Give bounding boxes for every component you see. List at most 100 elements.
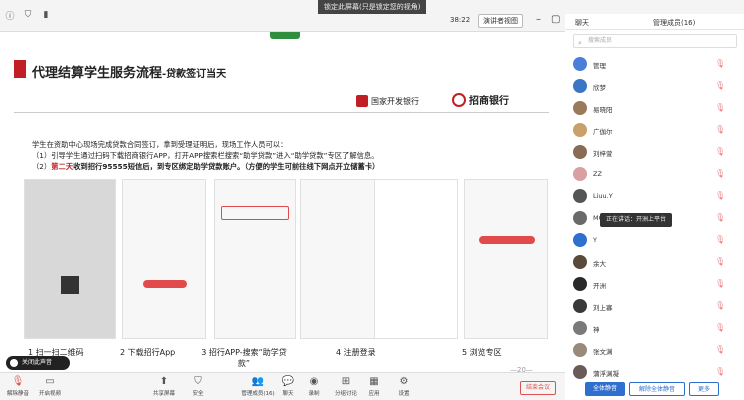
shield-icon: ⛉ [194, 376, 202, 387]
member-row[interactable]: Liuu.Y 🎙 [565, 186, 744, 208]
avatar [573, 167, 587, 181]
end-meeting-button[interactable]: 结束会议 [520, 381, 556, 395]
muted-mic-icon[interactable]: 🎙 [715, 191, 725, 200]
avatar [573, 343, 587, 357]
signal-icon[interactable]: ▮ [40, 9, 52, 21]
avatar [573, 321, 587, 335]
instruction-text: 学生在资助中心现场完成贷款合同签订，拿到受理证明后，现场工作人员可以： （1）引… [32, 139, 552, 172]
member-name: 余大 [593, 260, 606, 268]
member-row[interactable]: 广伽尔 🎙 [565, 120, 744, 142]
avatar [573, 365, 587, 379]
lock-banner[interactable]: 锁定此屏幕(只是锁定您的视角) [318, 0, 427, 14]
member-row[interactable]: 刘梓萱 🎙 [565, 142, 744, 164]
muted-mic-icon[interactable]: 🎙 [715, 59, 725, 68]
avatar [573, 255, 587, 269]
step-4b-image [374, 179, 458, 339]
para-2: （1）引导学生通过扫码下载招商银行APP，打开APP搜索栏搜索“助学贷款”进入“… [32, 151, 379, 160]
avatar [573, 299, 587, 313]
step-5-image [464, 179, 548, 339]
view-mode-button[interactable]: 演讲者视图 [478, 14, 523, 28]
muted-mic-icon[interactable]: 🎙 [715, 345, 725, 354]
step-3-image [214, 179, 296, 339]
slide-title-sub: -贷款签订当天 [162, 69, 227, 80]
muted-mic-icon[interactable]: 🎙 [715, 103, 725, 112]
members-panel: 聊天 管理成员(16) ⌕ 搜索成员 管理 🎙 欣梦 🎙 易晓阳 🎙 广伽尔 🎙 刘梓萱 🎙 ZZ 🎙 L… [565, 14, 744, 400]
step-2-image [122, 179, 206, 339]
mute-all-button[interactable]: 全体静音 [585, 382, 625, 396]
security-button[interactable]: ⛉ 安全 [184, 376, 212, 397]
avatar [573, 277, 587, 291]
video-button[interactable]: ▭ 开启视频 [36, 376, 64, 397]
member-row[interactable]: 开洲 🎙 [565, 274, 744, 296]
muted-mic-icon[interactable]: 🎙 [715, 213, 725, 222]
more-button[interactable]: 更多 [689, 382, 719, 396]
share-button[interactable]: ⬆ 共享屏幕 [150, 376, 178, 397]
member-name: 蒲浮渊凝 [593, 370, 619, 378]
member-row[interactable]: 刘上寡 🎙 [565, 296, 744, 318]
member-row[interactable]: 欣梦 🎙 [565, 76, 744, 98]
caption-4: 4 注册登录 [336, 348, 376, 357]
settings-label: 设置 [398, 391, 410, 397]
manage-members-button[interactable]: 👥 管理成员(16) [238, 376, 278, 397]
member-row[interactable]: 余大 🎙 [565, 252, 744, 274]
muted-mic-icon[interactable]: 🎙 [715, 301, 725, 310]
shield-icon[interactable]: ⛉ [22, 9, 34, 21]
member-name: 广伽尔 [593, 128, 613, 136]
member-row[interactable]: Y 🎙 [565, 230, 744, 252]
member-name: 刘梓萱 [593, 150, 613, 158]
member-search-input[interactable]: ⌕ 搜索成员 [573, 34, 737, 48]
record-icon: ◉ [309, 376, 319, 387]
muted-mic-icon[interactable]: 🎙 [715, 147, 725, 156]
maximize-icon[interactable]: ▢ [551, 14, 560, 25]
muted-mic-icon[interactable]: 🎙 [715, 235, 725, 244]
cdb-logo: 国家开发银行 [356, 95, 419, 107]
member-row[interactable]: 神 🎙 [565, 318, 744, 340]
avatar [573, 189, 587, 203]
breakout-icon: ⊞ [341, 376, 351, 387]
chat-icon: 💬 [281, 376, 295, 387]
caption-2: 2 下载招行App [120, 348, 176, 357]
member-row[interactable]: 张文渊 🎙 [565, 340, 744, 362]
muted-mic-icon[interactable]: 🎙 [715, 125, 725, 134]
muted-mic-icon[interactable]: 🎙 [715, 323, 725, 332]
muted-mic-icon[interactable]: 🎙 [715, 169, 725, 178]
people-icon: 👥 [251, 376, 265, 387]
cdb-mark-icon [356, 95, 368, 107]
speaker-icon [10, 359, 18, 367]
download-button-image [143, 280, 187, 288]
apps-label: 应用 [368, 391, 380, 397]
panel-tabs: 聊天 管理成员(16) [565, 14, 744, 30]
member-row[interactable]: ZZ 🎙 [565, 164, 744, 186]
para-3-highlight: 第二天 [51, 162, 74, 171]
video-label: 开启视频 [38, 391, 61, 397]
camera-icon: ▭ [45, 376, 55, 387]
share-label: 共享屏幕 [152, 391, 175, 397]
zone-button-image [479, 236, 535, 244]
tab-chat[interactable]: 聊天 [575, 18, 589, 28]
shared-screen-area: 代理结算学生服务流程-贷款签订当天 国家开发银行 招商银行 学生在资助中心现场完… [0, 32, 565, 390]
apps-button[interactable]: ▦ 应用 [360, 376, 388, 397]
muted-mic-icon[interactable]: 🎙 [715, 279, 725, 288]
chat-button[interactable]: 💬 聊天 [274, 376, 302, 397]
info-icon[interactable]: ⓘ [4, 9, 16, 22]
muted-mic-icon[interactable]: 🎙 [715, 81, 725, 90]
slide-title-main: 代理结算学生服务流程 [32, 66, 163, 81]
record-button[interactable]: ◉ 录制 [300, 376, 328, 397]
minimize-icon[interactable]: – [536, 14, 541, 25]
settings-button[interactable]: ⚙ 设置 [390, 376, 418, 397]
member-name: 管理 [593, 62, 606, 70]
breakout-button[interactable]: ⊞ 分组讨论 [332, 376, 360, 397]
meeting-window: ⓘ ⛉ ▮ 锁定此屏幕(只是锁定您的视角) 38:22 演讲者视图 – ▢ ✕ … [0, 0, 744, 400]
member-row[interactable]: 管理 🎙 [565, 54, 744, 76]
muted-mic-icon[interactable]: 🎙 [715, 367, 725, 376]
unmute-button[interactable]: 🎙 解除静音 [4, 376, 32, 397]
member-row[interactable]: 易晓阳 🎙 [565, 98, 744, 120]
para-3-prefix: （2） [32, 162, 52, 171]
mute-hint-toast[interactable]: 关闭此声音 [6, 356, 70, 370]
tab-members[interactable]: 管理成员(16) [653, 18, 695, 28]
mic-icon: 🎙 [11, 376, 25, 387]
member-name: 神 [593, 326, 600, 334]
muted-mic-icon[interactable]: 🎙 [715, 257, 725, 266]
unmute-all-button[interactable]: 解除全体静音 [629, 382, 685, 396]
top-left-icons: ⓘ ⛉ ▮ [4, 9, 52, 22]
